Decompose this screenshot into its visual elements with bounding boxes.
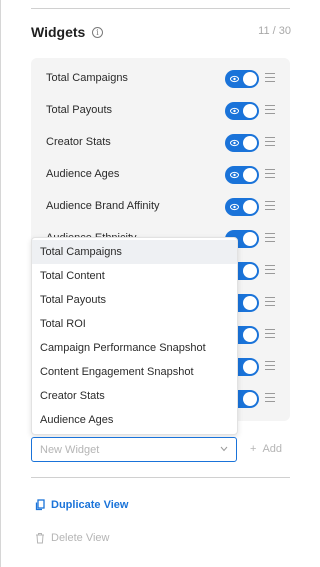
new-widget-placeholder: New Widget (40, 444, 100, 456)
toggle-knob (243, 104, 257, 118)
widget-count: 11 / 30 (258, 25, 291, 37)
drag-handle-icon[interactable] (265, 265, 275, 275)
drag-handle-icon[interactable] (265, 393, 275, 403)
trash-icon (36, 533, 44, 544)
menu-option[interactable]: Content Engagement Snapshot (32, 360, 237, 384)
drag-handle-icon[interactable] (265, 201, 275, 211)
visibility-toggle[interactable] (225, 134, 259, 152)
toggle-knob (243, 136, 257, 150)
add-label: Add (262, 443, 283, 455)
copy-icon (35, 499, 45, 511)
toggle-knob (243, 168, 257, 182)
toggle-knob (243, 232, 257, 246)
visibility-toggle[interactable] (225, 166, 259, 184)
new-widget-select[interactable]: New Widget (31, 437, 237, 462)
top-divider (31, 8, 290, 9)
toggle-knob (243, 200, 257, 214)
toggle-knob (243, 296, 257, 310)
widget-row[interactable]: Total Payouts (31, 95, 290, 127)
visibility-toggle[interactable] (225, 198, 259, 216)
drag-handle-icon[interactable] (265, 297, 275, 307)
widget-row[interactable]: Total Campaigns (31, 63, 290, 95)
menu-option[interactable]: Total Content (32, 264, 237, 288)
toggle-knob (243, 360, 257, 374)
eye-icon (230, 171, 239, 179)
drag-handle-icon[interactable] (265, 137, 275, 147)
info-icon[interactable]: i (92, 27, 103, 38)
widget-row[interactable]: Audience Ages (31, 159, 290, 191)
delete-view-label: Delete View (51, 532, 110, 544)
drag-handle-icon[interactable] (265, 73, 275, 83)
eye-icon (230, 107, 239, 115)
duplicate-view-button[interactable]: Duplicate View (35, 499, 128, 511)
left-divider (0, 0, 1, 567)
menu-option[interactable]: Creator Stats (32, 384, 237, 408)
duplicate-view-label: Duplicate View (51, 499, 129, 511)
eye-icon (230, 139, 239, 147)
widget-label: Audience Brand Affinity (46, 200, 160, 212)
eye-icon (230, 75, 239, 83)
visibility-toggle[interactable] (225, 102, 259, 120)
widget-label: Creator Stats (46, 136, 111, 148)
widgets-title: Widgets (31, 24, 86, 40)
widget-row[interactable]: Audience Brand Affinity (31, 191, 290, 223)
toggle-knob (243, 72, 257, 86)
bottom-divider (31, 477, 290, 478)
menu-option[interactable]: Total ROI (32, 312, 237, 336)
drag-handle-icon[interactable] (265, 233, 275, 243)
menu-option[interactable]: Total Payouts (32, 288, 237, 312)
plus-icon: + (250, 443, 257, 455)
drag-handle-icon[interactable] (265, 329, 275, 339)
widgets-header: Widgets i 11 / 30 (31, 22, 291, 44)
drag-handle-icon[interactable] (265, 361, 275, 371)
toggle-knob (243, 264, 257, 278)
widget-label: Audience Ages (46, 168, 120, 180)
eye-icon (230, 203, 239, 211)
widget-label: Total Payouts (46, 104, 113, 116)
add-widget-button[interactable]: + Add (250, 443, 282, 455)
widget-options-menu: Total Campaigns Total Content Total Payo… (31, 237, 238, 435)
widget-row[interactable]: Creator Stats (31, 127, 290, 159)
toggle-knob (243, 328, 257, 342)
chevron-down-icon (220, 446, 228, 452)
toggle-knob (243, 392, 257, 406)
delete-view-button[interactable]: Delete View (35, 532, 110, 544)
drag-handle-icon[interactable] (265, 169, 275, 179)
widget-label: Total Campaigns (46, 72, 128, 84)
drag-handle-icon[interactable] (265, 105, 275, 115)
menu-option[interactable]: Total Campaigns (32, 240, 237, 264)
menu-option[interactable]: Campaign Performance Snapshot (32, 336, 237, 360)
visibility-toggle[interactable] (225, 70, 259, 88)
menu-option[interactable]: Audience Ages (32, 408, 237, 432)
